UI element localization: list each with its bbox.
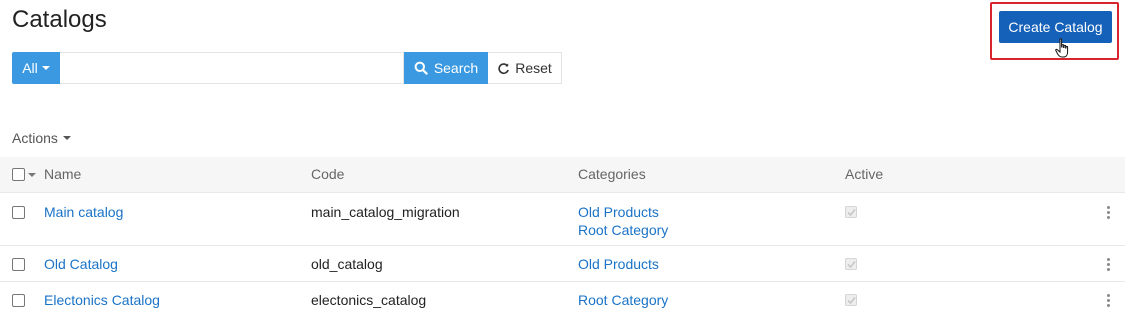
table-header: Name Code Categories Active [0,157,1125,192]
select-all-control[interactable] [12,168,36,181]
check-icon [846,260,856,268]
table-row: Electonics Catalog electonics_catalog Ro… [0,281,1125,317]
row-menu-icon[interactable] [1100,204,1116,220]
row-checkbox-cell [12,203,25,223]
row-checkbox[interactable] [12,294,25,307]
filter-label: All [22,60,38,76]
category-link[interactable]: Root Category [578,221,668,239]
create-catalog-highlight: Create Catalog [990,2,1119,60]
active-checkbox [845,294,857,306]
search-button-label: Search [433,60,479,76]
category-link[interactable]: Old Products [578,255,659,273]
reset-button-label: Reset [515,60,552,76]
catalog-name-link[interactable]: Main catalog [44,203,123,221]
actions-label: Actions [12,130,58,146]
row-checkbox[interactable] [12,206,25,219]
caret-down-icon [41,66,50,70]
caret-down-icon[interactable] [28,172,36,177]
row-menu-icon[interactable] [1100,292,1116,308]
active-checkbox [845,206,857,218]
filter-dropdown[interactable]: All [12,52,60,84]
catalog-name-link[interactable]: Electonics Catalog [44,291,160,309]
row-menu-icon[interactable] [1100,256,1116,272]
row-checkbox-cell [12,291,25,311]
column-header-code: Code [311,166,345,182]
reset-button[interactable]: Reset [488,52,562,84]
catalogs-table: Name Code Categories Active Main catalog… [0,157,1125,317]
table-row: Old Catalog old_catalog Old Products [0,245,1125,281]
row-checkbox-cell [12,255,25,275]
catalog-code: electonics_catalog [311,292,427,308]
table-row: Main catalog main_catalog_migration Old … [0,192,1125,245]
column-header-categories: Categories [578,166,646,182]
actions-dropdown[interactable]: Actions [12,130,71,146]
catalog-code: main_catalog_migration [311,204,460,220]
catalog-name-link[interactable]: Old Catalog [44,255,118,273]
category-link[interactable]: Root Category [578,291,668,309]
search-input[interactable] [60,52,404,84]
column-header-name: Name [44,166,82,182]
search-button[interactable]: Search [404,52,488,84]
category-link[interactable]: Old Products [578,203,668,221]
page-title: Catalogs [12,6,107,33]
check-icon [846,208,856,216]
catalog-code: old_catalog [311,256,383,272]
reset-icon [498,62,510,74]
hand-cursor-icon [1055,38,1069,58]
search-icon [414,61,428,75]
row-checkbox[interactable] [12,258,25,271]
check-icon [846,296,856,304]
caret-down-icon [62,136,71,140]
column-header-active: Active [845,166,884,182]
select-all-checkbox[interactable] [12,168,25,181]
search-bar: All Search Reset [12,52,562,84]
active-checkbox [845,258,857,270]
